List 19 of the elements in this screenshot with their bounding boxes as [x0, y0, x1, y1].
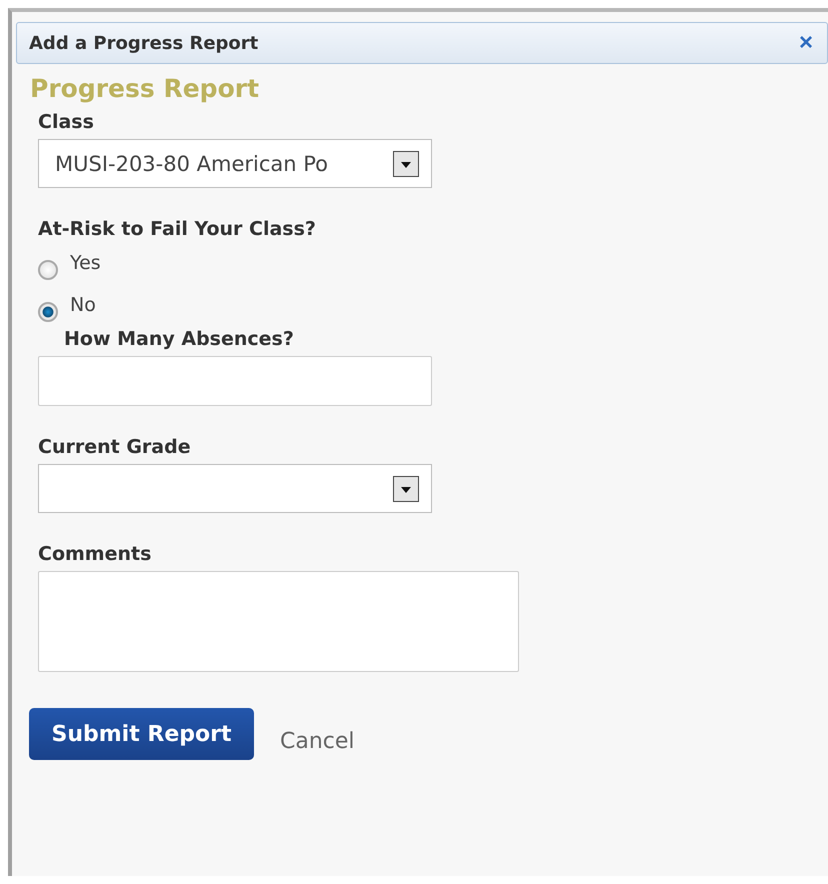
radio-label[interactable]: No — [70, 294, 96, 316]
radio-button[interactable] — [38, 302, 58, 322]
class-select[interactable]: MUSI-203-80 American Po — [38, 139, 432, 188]
dialog-title: Add a Progress Report — [29, 32, 258, 54]
radio-label[interactable]: Yes — [70, 252, 101, 274]
absences-input[interactable] — [38, 356, 432, 406]
submit-button[interactable]: Submit Report — [29, 708, 254, 760]
cancel-link[interactable]: Cancel — [280, 728, 355, 754]
section-heading: Progress Report — [30, 74, 260, 103]
field-label: Comments — [38, 543, 152, 565]
field-label: How Many Absences? — [64, 328, 295, 350]
comments-field[interactable] — [38, 571, 519, 672]
dropdown-icon[interactable] — [393, 476, 419, 502]
dropdown-icon[interactable] — [393, 150, 419, 176]
field-label: At-Risk to Fail Your Class? — [38, 218, 317, 240]
close-button[interactable]: × — [798, 31, 813, 55]
field-label: Current Grade — [38, 436, 192, 458]
field-label: Class — [38, 111, 95, 133]
radio-button[interactable] — [38, 260, 58, 280]
